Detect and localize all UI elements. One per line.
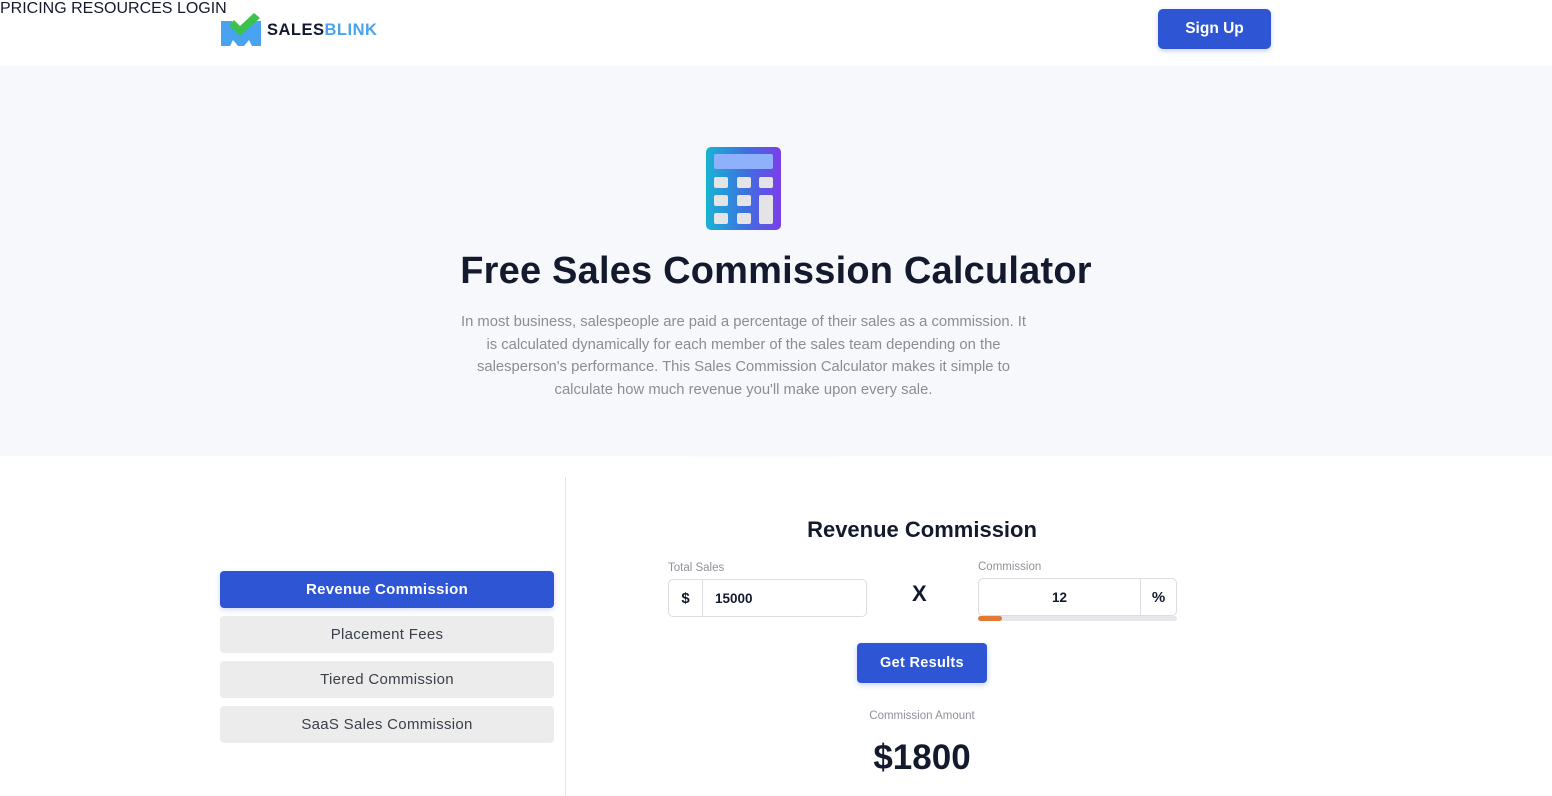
result-number: 1800 bbox=[892, 738, 971, 777]
calculator-icon bbox=[706, 147, 781, 230]
sign-up-button[interactable]: Sign Up bbox=[1158, 9, 1271, 49]
commission-amount-label: Commission Amount bbox=[869, 710, 975, 722]
multiply-operator: X bbox=[912, 581, 927, 606]
dollar-prefix: $ bbox=[669, 580, 703, 616]
tab-tiered-commission[interactable]: Tiered Commission bbox=[220, 661, 554, 698]
tab-placement-fees[interactable]: Placement Fees bbox=[220, 616, 554, 653]
brand-name-part1: SALES bbox=[267, 20, 325, 39]
total-sales-input[interactable]: 15000 bbox=[703, 580, 866, 616]
get-results-button[interactable]: Get Results bbox=[857, 643, 987, 683]
total-sales-label: Total Sales bbox=[668, 562, 725, 574]
commission-slider-fill bbox=[978, 616, 1002, 621]
page-title: Free Sales Commission Calculator bbox=[460, 250, 1092, 292]
percent-suffix: % bbox=[1140, 579, 1176, 615]
tab-saas-sales-commission[interactable]: SaaS Sales Commission bbox=[220, 706, 554, 743]
section-divider bbox=[565, 477, 566, 796]
nav-pricing[interactable]: PRICING bbox=[0, 0, 67, 17]
total-sales-field: $ 15000 bbox=[668, 579, 867, 617]
hero-curve-divider bbox=[0, 420, 1552, 457]
nav-resources[interactable]: RESOURCES bbox=[71, 0, 172, 17]
page-description: In most business, salespeople are paid a… bbox=[460, 314, 1027, 399]
commission-field: 12 % bbox=[978, 578, 1177, 616]
commission-amount-value: $1800 bbox=[780, 738, 1064, 778]
commission-label: Commission bbox=[978, 561, 1042, 573]
brand-name-part2: BLINK bbox=[324, 20, 378, 39]
commission-input[interactable]: 12 bbox=[979, 579, 1140, 615]
calculator-title: Revenue Commission bbox=[807, 517, 1037, 542]
salesblink-logo-icon bbox=[221, 13, 261, 46]
brand-name: SALESBLINK bbox=[267, 21, 377, 40]
result-currency: $ bbox=[873, 738, 893, 777]
commission-slider[interactable] bbox=[978, 616, 1177, 621]
brand-logo[interactable]: SALESBLINK bbox=[220, 13, 377, 47]
site-header: SALESBLINK PRICING RESOURCES LOGIN Sign … bbox=[0, 0, 1552, 66]
tab-revenue-commission[interactable]: Revenue Commission bbox=[220, 571, 554, 608]
